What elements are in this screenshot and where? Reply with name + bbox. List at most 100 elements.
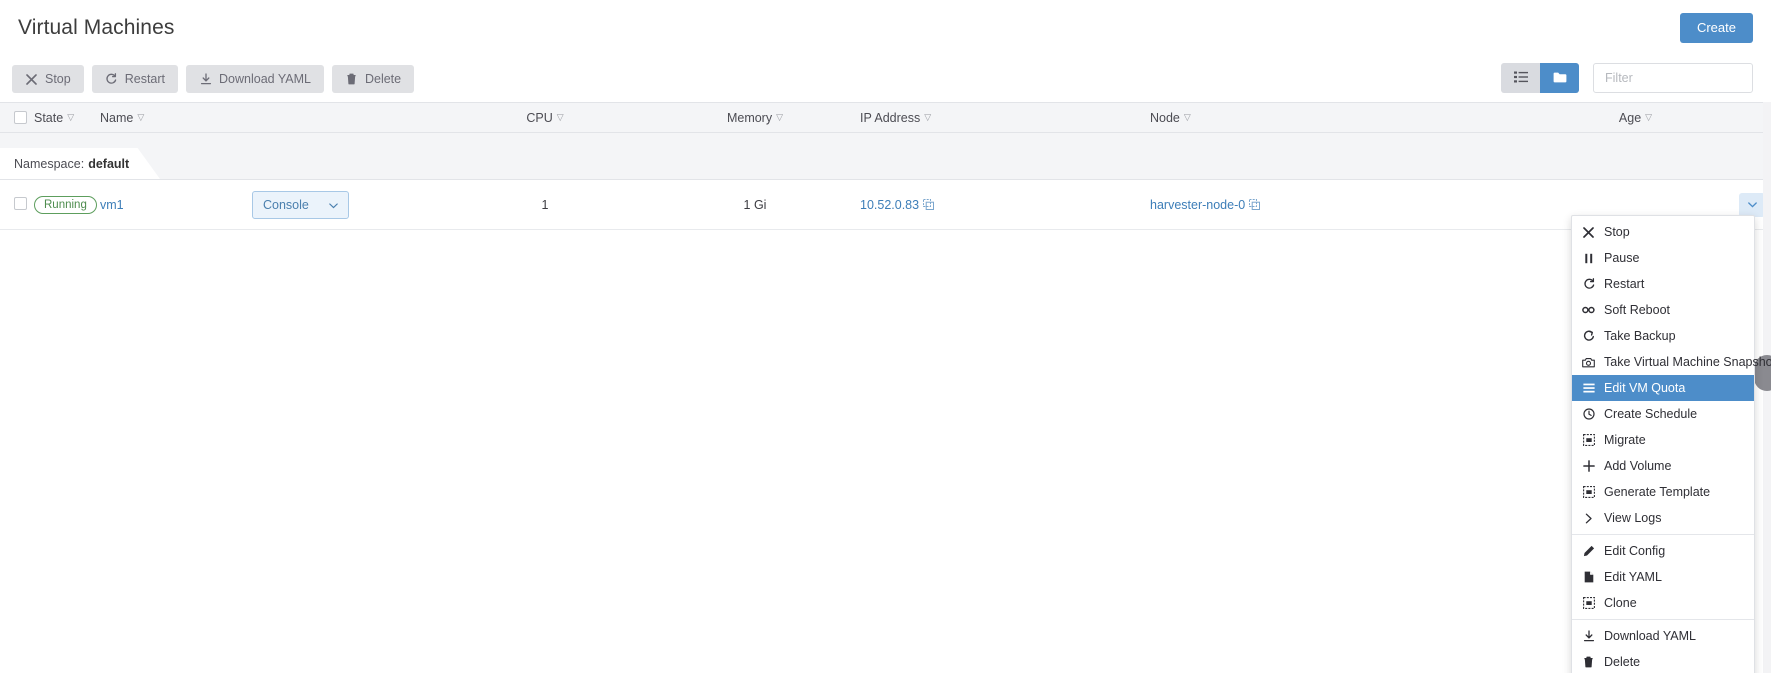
cell-cpu: 1 — [440, 198, 650, 212]
create-button[interactable]: Create — [1680, 13, 1753, 43]
menu-item-download-yaml[interactable]: Download YAML — [1572, 623, 1754, 649]
menu-separator — [1572, 619, 1754, 620]
pause-icon — [1582, 252, 1595, 265]
menu-item-edit-config-label: Edit Config — [1604, 544, 1665, 558]
menu-item-restart[interactable]: Restart — [1572, 271, 1754, 297]
column-header-node[interactable]: Node ▽ — [1150, 111, 1540, 125]
menu-item-clone[interactable]: Clone — [1572, 590, 1754, 616]
console-button-label: Console — [263, 198, 309, 212]
list-lines-icon — [1582, 382, 1595, 395]
column-header-age-label: Age — [1619, 111, 1641, 125]
action-toolbar: Stop Restart Download YAML Delete — [0, 56, 1771, 102]
column-header-memory-label: Memory — [727, 111, 772, 125]
group-view-button[interactable] — [1540, 63, 1579, 93]
menu-item-generate-template[interactable]: Generate Template — [1572, 479, 1754, 505]
status-badge: Running — [34, 196, 97, 214]
menu-item-create-schedule-label: Create Schedule — [1604, 407, 1697, 421]
cell-name: vm1 Console — [100, 191, 440, 219]
menu-item-edit-yaml[interactable]: Edit YAML — [1572, 564, 1754, 590]
page-header: Virtual Machines Create — [0, 0, 1771, 56]
virtual-machines-page: Virtual Machines Create Stop Restart — [0, 0, 1771, 673]
toolbar-right-controls — [1501, 63, 1753, 93]
column-header-name[interactable]: Name ▽ — [100, 111, 440, 125]
download-icon — [1582, 630, 1595, 643]
menu-item-restart-label: Restart — [1604, 277, 1644, 291]
cell-ip-address: 10.52.0.83 — [860, 198, 1150, 212]
restart-icon — [1582, 278, 1595, 291]
cell-age — [1540, 193, 1771, 217]
namespace-tab[interactable]: Namespace: default — [0, 148, 160, 179]
menu-item-add-volume[interactable]: Add Volume — [1572, 453, 1754, 479]
sort-icon: ▽ — [1184, 113, 1191, 122]
box-icon — [1582, 434, 1595, 447]
row-actions-button[interactable] — [1739, 193, 1765, 217]
menu-item-soft-reboot[interactable]: Soft Reboot — [1572, 297, 1754, 323]
restart-button-label: Restart — [125, 72, 165, 86]
list-icon — [1514, 71, 1528, 86]
download-yaml-button[interactable]: Download YAML — [186, 65, 324, 93]
folder-icon — [1553, 71, 1567, 86]
chevron-down-icon — [1748, 202, 1757, 208]
filter-input[interactable] — [1593, 63, 1753, 93]
menu-item-stop[interactable]: Stop — [1572, 219, 1754, 245]
infinity-icon — [1582, 304, 1595, 317]
menu-item-pause[interactable]: Pause — [1572, 245, 1754, 271]
console-dropdown-button[interactable]: Console — [252, 191, 349, 219]
menu-item-take-vm-snapshot[interactable]: Take Virtual Machine Snapshot — [1572, 349, 1754, 375]
menu-item-create-schedule[interactable]: Create Schedule — [1572, 401, 1754, 427]
select-all-checkbox[interactable] — [14, 111, 27, 124]
select-all-checkbox-cell — [0, 111, 34, 124]
close-icon — [25, 73, 38, 86]
column-header-cpu[interactable]: CPU ▽ — [440, 111, 650, 125]
trash-icon — [1582, 656, 1595, 669]
download-yaml-button-label: Download YAML — [219, 72, 311, 86]
menu-item-pause-label: Pause — [1604, 251, 1639, 265]
sort-icon: ▽ — [557, 113, 564, 122]
sort-icon: ▽ — [924, 113, 931, 122]
delete-button[interactable]: Delete — [332, 65, 414, 93]
cell-node: harvester-node-0 — [1150, 198, 1540, 212]
menu-item-clone-label: Clone — [1604, 596, 1637, 610]
stop-button[interactable]: Stop — [12, 65, 84, 93]
column-header-node-label: Node — [1150, 111, 1180, 125]
node-link[interactable]: harvester-node-0 — [1150, 198, 1245, 212]
stop-button-label: Stop — [45, 72, 71, 86]
menu-item-edit-vm-quota[interactable]: Edit VM Quota — [1572, 375, 1754, 401]
list-view-button[interactable] — [1501, 63, 1540, 93]
menu-item-add-volume-label: Add Volume — [1604, 459, 1671, 473]
column-header-state[interactable]: State ▽ — [34, 111, 100, 125]
menu-item-view-logs[interactable]: View Logs — [1572, 505, 1754, 531]
column-header-age[interactable]: Age ▽ — [1540, 111, 1771, 125]
menu-item-delete-label: Delete — [1604, 655, 1640, 669]
column-header-state-label: State — [34, 111, 63, 125]
box-icon — [1582, 597, 1595, 610]
menu-item-migrate-label: Migrate — [1604, 433, 1646, 447]
vm-name-link[interactable]: vm1 — [100, 198, 252, 212]
camera-icon — [1582, 356, 1595, 369]
menu-item-download-yaml-label: Download YAML — [1604, 629, 1696, 643]
delete-button-label: Delete — [365, 72, 401, 86]
menu-item-soft-reboot-label: Soft Reboot — [1604, 303, 1670, 317]
menu-item-edit-config[interactable]: Edit Config — [1572, 538, 1754, 564]
copy-icon[interactable] — [1249, 199, 1260, 210]
restart-button[interactable]: Restart — [92, 65, 178, 93]
ip-address-link[interactable]: 10.52.0.83 — [860, 198, 919, 212]
menu-item-take-backup[interactable]: Take Backup — [1572, 323, 1754, 349]
circle-arrow-icon — [1582, 330, 1595, 343]
namespace-group-row: Namespace: default — [0, 133, 1771, 180]
view-mode-toggle — [1501, 63, 1579, 93]
clock-icon — [1582, 408, 1595, 421]
menu-item-stop-label: Stop — [1604, 225, 1630, 239]
column-header-memory[interactable]: Memory ▽ — [650, 111, 860, 125]
trash-icon — [345, 73, 358, 86]
copy-icon[interactable] — [923, 199, 934, 210]
menu-item-edit-vm-quota-label: Edit VM Quota — [1604, 381, 1685, 395]
menu-item-migrate[interactable]: Migrate — [1572, 427, 1754, 453]
sort-icon: ▽ — [776, 113, 783, 122]
column-header-ip-address[interactable]: IP Address ▽ — [860, 111, 1150, 125]
sort-icon: ▽ — [67, 113, 74, 122]
row-checkbox-cell — [0, 197, 34, 213]
row-select-checkbox[interactable] — [14, 197, 27, 210]
menu-item-delete[interactable]: Delete — [1572, 649, 1754, 673]
menu-item-generate-template-label: Generate Template — [1604, 485, 1710, 499]
